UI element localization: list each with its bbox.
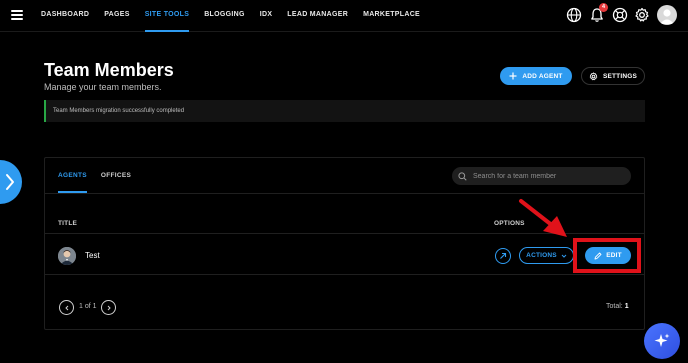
gear-icon[interactable]	[634, 7, 650, 23]
add-agent-button[interactable]: ADD AGENT	[500, 67, 572, 85]
success-alert: Team Members migration successfully comp…	[44, 100, 645, 122]
nav-item-pages[interactable]: PAGES	[104, 0, 130, 32]
search-box[interactable]	[452, 167, 631, 185]
pagination-prev-button[interactable]	[59, 300, 74, 315]
actions-label: ACTIONS	[526, 252, 557, 259]
total-count: Total: 1	[606, 303, 629, 310]
divider	[45, 193, 644, 194]
edit-highlight-box	[573, 238, 641, 273]
arrow-up-right-icon	[500, 252, 507, 259]
top-navbar: DASHBOARD PAGES SITE TOOLS BLOGGING IDX …	[0, 0, 688, 32]
nav-item-idx[interactable]: IDX	[260, 0, 273, 32]
main-nav: DASHBOARD PAGES SITE TOOLS BLOGGING IDX …	[41, 0, 435, 32]
divider	[45, 233, 644, 234]
search-icon	[458, 171, 467, 181]
column-header-title: TITLE	[58, 220, 78, 227]
user-avatar[interactable]	[657, 5, 677, 25]
column-header-options: OPTIONS	[494, 220, 525, 227]
user-silhouette-icon	[660, 9, 674, 24]
pagination-next-button[interactable]	[101, 300, 116, 315]
nav-item-marketplace[interactable]: MARKETPLACE	[363, 0, 420, 32]
globe-icon[interactable]	[566, 7, 582, 23]
search-input[interactable]	[473, 172, 623, 180]
chevron-right-icon	[107, 305, 111, 310]
total-label: Total:	[606, 303, 623, 310]
tab-agents[interactable]: AGENTS	[58, 167, 87, 193]
agent-photo-icon	[58, 247, 76, 265]
total-value: 1	[624, 303, 629, 310]
actions-dropdown-button[interactable]: ACTIONS	[519, 247, 574, 264]
agent-name: Test	[85, 251, 100, 260]
tab-offices[interactable]: OFFICES	[101, 167, 131, 193]
chevron-right-icon	[6, 174, 14, 190]
settings-button[interactable]: SETTINGS	[581, 67, 645, 85]
support-icon[interactable]	[612, 7, 628, 23]
ai-assistant-button[interactable]	[644, 323, 680, 359]
sparkle-icon	[654, 333, 670, 347]
nav-item-lead-manager[interactable]: LEAD MANAGER	[287, 0, 348, 32]
agent-avatar	[58, 247, 76, 265]
hamburger-menu-icon[interactable]	[11, 10, 23, 20]
notification-badge: 4	[599, 3, 608, 12]
nav-item-dashboard[interactable]: DASHBOARD	[41, 0, 89, 32]
nav-item-blogging[interactable]: BLOGGING	[204, 0, 245, 32]
nav-item-site-tools[interactable]: SITE TOOLS	[144, 0, 190, 32]
add-agent-label: ADD AGENT	[522, 72, 563, 80]
page-title: Team Members	[44, 60, 174, 80]
tabs: AGENTS OFFICES	[58, 167, 145, 193]
open-agent-button[interactable]	[495, 248, 511, 264]
divider	[45, 274, 644, 275]
sidebar-expand-button[interactable]	[0, 160, 22, 204]
gear-icon	[589, 71, 598, 80]
page-subtitle: Manage your team members.	[44, 82, 162, 92]
chevron-down-icon	[561, 254, 567, 258]
chevron-left-icon	[64, 305, 68, 310]
pagination-label: 1 of 1	[79, 303, 97, 310]
settings-label: SETTINGS	[602, 72, 638, 80]
plus-icon	[509, 72, 517, 80]
